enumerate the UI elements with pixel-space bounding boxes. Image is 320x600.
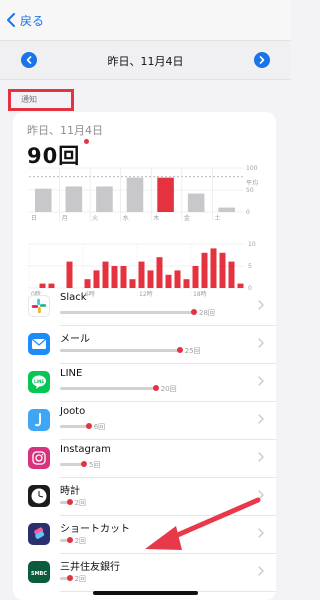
jooto-icon bbox=[28, 409, 50, 431]
top-nav: 戻る bbox=[0, 0, 291, 40]
hourly-bar bbox=[84, 279, 91, 288]
app-usage-dot bbox=[85, 423, 92, 429]
hourly-bar bbox=[66, 261, 73, 288]
hourly-bar bbox=[147, 270, 154, 288]
hourly-bar bbox=[111, 266, 118, 288]
back-button[interactable]: 戻る bbox=[6, 10, 44, 30]
app-name: Jooto bbox=[60, 406, 86, 417]
hourly-bar bbox=[129, 279, 136, 288]
app-row[interactable]: Slack 28回 bbox=[13, 288, 276, 326]
date-title: 昨日、11月4日 bbox=[107, 55, 184, 68]
home-indicator bbox=[93, 591, 198, 595]
notifications-section-highlight: 通知 bbox=[8, 89, 74, 111]
chevron-right-icon bbox=[258, 490, 264, 500]
chevron-right-icon bbox=[259, 56, 265, 64]
hourly-bar bbox=[138, 261, 145, 288]
app-row[interactable]: Jooto 6回 bbox=[13, 402, 276, 440]
app-list: Slack 28回メール 25回 LINE LINE 20回 Jooto 6回 Instagra… bbox=[13, 288, 276, 592]
slack-icon bbox=[28, 295, 50, 317]
app-count: 20回 bbox=[160, 385, 177, 393]
hourly-bar bbox=[201, 252, 208, 288]
app-count: 25回 bbox=[184, 347, 201, 355]
hourly-bar bbox=[183, 279, 190, 288]
app-usage-dot bbox=[191, 309, 197, 315]
svg-text:LINE: LINE bbox=[34, 379, 44, 384]
shortcuts-icon bbox=[28, 523, 50, 545]
app-row[interactable]: Instagram 5回 bbox=[13, 440, 276, 478]
app-row[interactable]: 時計 2回 bbox=[13, 478, 276, 516]
notifications-card: 昨日、11月4日 90回 日月火水木金土100平均500 0時6時12時18時1… bbox=[13, 112, 276, 600]
hourly-bar bbox=[102, 261, 109, 288]
app-usage-dot bbox=[66, 499, 73, 505]
svg-text:SMBC: SMBC bbox=[31, 571, 47, 577]
hourly-bar bbox=[120, 266, 127, 288]
chevron-right-icon bbox=[258, 452, 264, 462]
hourly-bar bbox=[219, 252, 226, 288]
app-usage-dot bbox=[66, 575, 73, 581]
mail-icon bbox=[28, 333, 50, 355]
app-count: 6回 bbox=[93, 423, 106, 431]
hourly-bar bbox=[210, 248, 217, 288]
app-usage-dot bbox=[176, 347, 183, 353]
app-usage-bar bbox=[60, 349, 180, 352]
app-usage-dot bbox=[66, 537, 73, 543]
hourly-bar bbox=[174, 270, 181, 288]
chevron-right-icon bbox=[258, 376, 264, 386]
line-icon: LINE bbox=[28, 371, 50, 393]
app-count: 2回 bbox=[74, 575, 87, 583]
hourly-bar bbox=[192, 266, 199, 288]
app-usage-bar bbox=[60, 387, 156, 390]
notifications-section-label: 通知 bbox=[21, 95, 37, 104]
app-usage-dot bbox=[80, 461, 87, 467]
app-usage-bar bbox=[60, 311, 194, 314]
app-name: メール bbox=[60, 334, 90, 345]
app-row[interactable]: メール 25回 bbox=[13, 326, 276, 364]
smbc-icon: SMBC bbox=[28, 561, 50, 583]
date-navigator: 昨日、11月4日 bbox=[0, 40, 291, 80]
chevron-right-icon bbox=[258, 566, 264, 576]
app-name: ショートカット bbox=[60, 524, 130, 535]
app-count: 2回 bbox=[74, 499, 87, 507]
hourly-chart[interactable]: 0時6時12時18時1050 bbox=[13, 112, 276, 302]
chevron-right-icon bbox=[258, 338, 264, 348]
app-count: 2回 bbox=[74, 537, 87, 545]
app-name: 三井住友銀行 bbox=[60, 562, 120, 573]
hourly-bar bbox=[156, 257, 163, 288]
app-name: Instagram bbox=[60, 444, 111, 455]
app-row[interactable]: SMBC 三井住友銀行 2回 bbox=[13, 554, 276, 592]
app-row[interactable]: LINE LINE 20回 bbox=[13, 364, 276, 402]
app-name: Slack bbox=[60, 292, 87, 303]
hourly-bar bbox=[165, 274, 172, 288]
app-usage-bar bbox=[60, 425, 89, 428]
app-row[interactable]: ショートカット 2回 bbox=[13, 516, 276, 554]
chevron-right-icon bbox=[258, 528, 264, 538]
hourly-bar bbox=[228, 261, 235, 288]
instagram-icon bbox=[28, 447, 50, 469]
next-day-button[interactable] bbox=[254, 52, 270, 68]
back-label: 戻る bbox=[20, 13, 45, 28]
chevron-right-icon bbox=[258, 300, 264, 310]
hourly-y-tick: 10 bbox=[248, 241, 256, 248]
app-usage-dot bbox=[152, 385, 159, 391]
clock-icon bbox=[28, 485, 50, 507]
app-count: 5回 bbox=[88, 461, 101, 469]
chevron-right-icon bbox=[258, 414, 264, 424]
chevron-left-icon bbox=[7, 13, 15, 27]
hourly-bar bbox=[93, 270, 100, 288]
app-name: 時計 bbox=[60, 486, 80, 497]
app-name: LINE bbox=[60, 368, 83, 379]
hourly-y-tick: 5 bbox=[248, 263, 252, 270]
app-count: 28回 bbox=[199, 309, 215, 317]
